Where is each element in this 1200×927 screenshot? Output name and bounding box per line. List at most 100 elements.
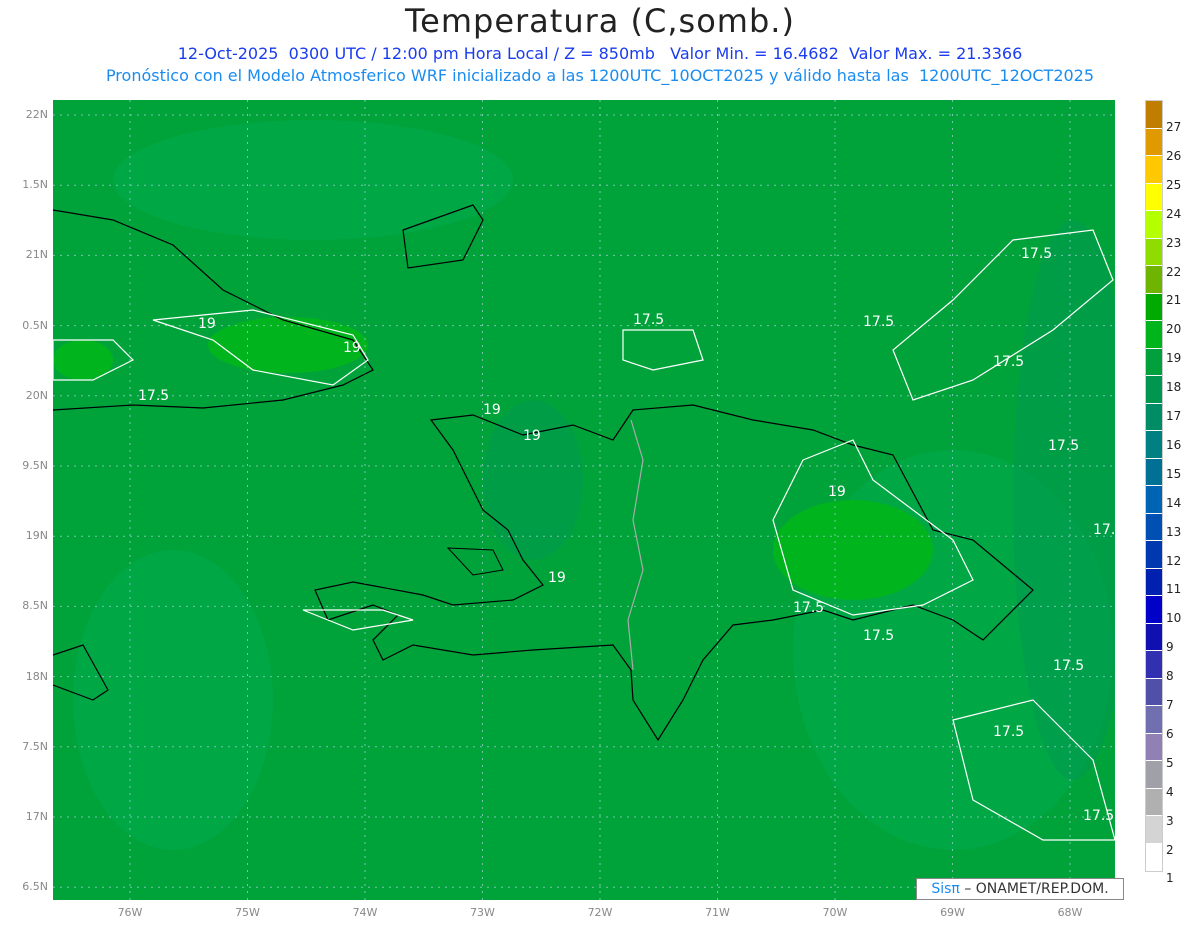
colorbar-segment [1146,541,1162,569]
colorbar [1145,100,1163,872]
onamet-logo: Sisπ – ONAMET/REP.DOM. [916,878,1124,900]
colorbar-segment [1146,788,1162,816]
colorbar-label: 14 [1166,495,1182,510]
lat-label: 17N [25,810,48,823]
contour-label: 17.5 [1083,808,1114,824]
colorbar-segment [1146,568,1162,596]
contour-label: 17.5 [863,628,894,644]
lon-label: 69W [940,906,965,919]
contour-label: 17.5 [993,354,1024,370]
contour-label: 17.5 [138,388,169,404]
lat-label: 21N [25,248,48,262]
colorbar-segment [1146,843,1162,871]
colorbar-segment [1146,321,1162,349]
contour-label: 19 [198,316,216,332]
colorbar-segment [1146,211,1162,239]
colorbar-segment [1146,431,1162,459]
colorbar-label: 7 [1166,698,1174,712]
colorbar-segment [1146,513,1162,541]
colorbar-segment [1146,376,1162,404]
colorbar-label: 11 [1166,582,1182,597]
colorbar-segment [1146,266,1162,294]
lat-label: 18N [25,669,48,683]
valid-time-line: 12-Oct-2025 0300 UTC / 12:00 pm Hora Loc… [177,44,1023,63]
colorbar-label: 6 [1166,726,1174,741]
lon-label: 74W [352,906,378,919]
map-title: Temperatura (C,somb.) [405,2,795,40]
colorbar-label: 25 [1166,177,1182,192]
colorbar-label: 18 [1166,380,1182,395]
model-info-line: Pronóstico con el Modelo Atmosferico WRF… [105,66,1095,85]
contour-label: 17.5 [993,724,1024,740]
colorbar-label: 12 [1166,553,1182,568]
colorbar-segment [1146,651,1162,679]
contour-label: 19 [548,570,566,586]
contour-label: 17.5 [793,600,824,616]
colorbar-segment [1146,293,1162,321]
colorbar-label: 1 [1166,871,1174,886]
colorbar-label: 8 [1166,669,1174,684]
colorbar-label: 5 [1166,755,1174,770]
contour-label: 17.5 [1053,658,1084,674]
colorbar-segment [1146,623,1162,651]
colorbar-segment [1146,486,1162,514]
sispi-logo: Sisπ [931,881,960,897]
colorbar-label: 15 [1166,466,1182,481]
contour-label: 17.5 [1093,522,1115,538]
colorbar-label: 26 [1166,148,1182,163]
lon-label: 76W [117,906,143,919]
colorbar-label: 10 [1166,611,1182,626]
lon-label: 75W [235,906,260,919]
colorbar-segment [1146,403,1162,431]
colorbar-segment [1146,348,1162,376]
contour-label: 17.5 [1048,438,1079,454]
colorbar-label: 27 [1166,120,1182,134]
colorbar-segment [1146,128,1162,156]
colorbar-label: 22 [1166,264,1182,279]
colorbar-label: 24 [1166,206,1182,221]
colorbar-label: 2 [1166,842,1174,857]
lon-label: 72W [587,906,613,919]
contour-label: 19 [483,402,501,418]
colorbar-label: 13 [1166,524,1182,539]
colorbar-label: 20 [1166,322,1182,337]
colorbar-segment [1146,816,1162,844]
lon-label: 71W [705,906,730,919]
lon-label: 73W [470,906,495,919]
temperature-map: 19 19 17.5 17.5 17.5 17.5 17.5 19 19 19 19 17.5 17.5… [53,100,1115,900]
colorbar-segment [1146,596,1162,624]
lat-label: 22N [25,108,48,121]
lat-label: 7.5N [22,739,48,753]
colorbar-label: 19 [1166,351,1182,366]
lon-label: 70W [822,906,848,919]
contour-label: 19 [523,428,541,444]
colorbar-segment [1146,156,1162,184]
colorbar-segment [1146,733,1162,761]
colorbar-segment [1146,761,1162,789]
colorbar-segment [1146,183,1162,211]
lat-label: 6.5N [22,880,48,894]
lat-label: 9.5N [22,459,48,472]
contour-label: 17.5 [1021,246,1052,262]
contour-label: 19 [828,484,846,500]
contour-label: 17.5 [863,314,894,330]
colorbar-segment [1146,706,1162,734]
lat-label: 19N [25,529,48,543]
lat-label: 20N [25,388,48,402]
colorbar-label: 16 [1166,437,1182,452]
colorbar-segment [1146,101,1162,129]
lat-label: 8.5N [22,599,48,613]
colorbar-label: 9 [1166,640,1174,655]
colorbar-label: 21 [1166,293,1182,308]
contour-label: 17.5 [633,312,664,328]
lat-label: 0.5N [22,318,48,332]
colorbar-label: 17 [1166,409,1182,423]
lat-label: 1.5N [22,178,48,192]
colorbar-label: 4 [1166,784,1174,799]
colorbar-label: 3 [1166,813,1174,828]
colorbar-label: 23 [1166,235,1182,250]
colorbar-segment [1146,238,1162,266]
colorbar-segment [1146,458,1162,486]
lon-label: 68W [1057,906,1083,919]
logo-text: – ONAMET/REP.DOM. [964,881,1109,897]
